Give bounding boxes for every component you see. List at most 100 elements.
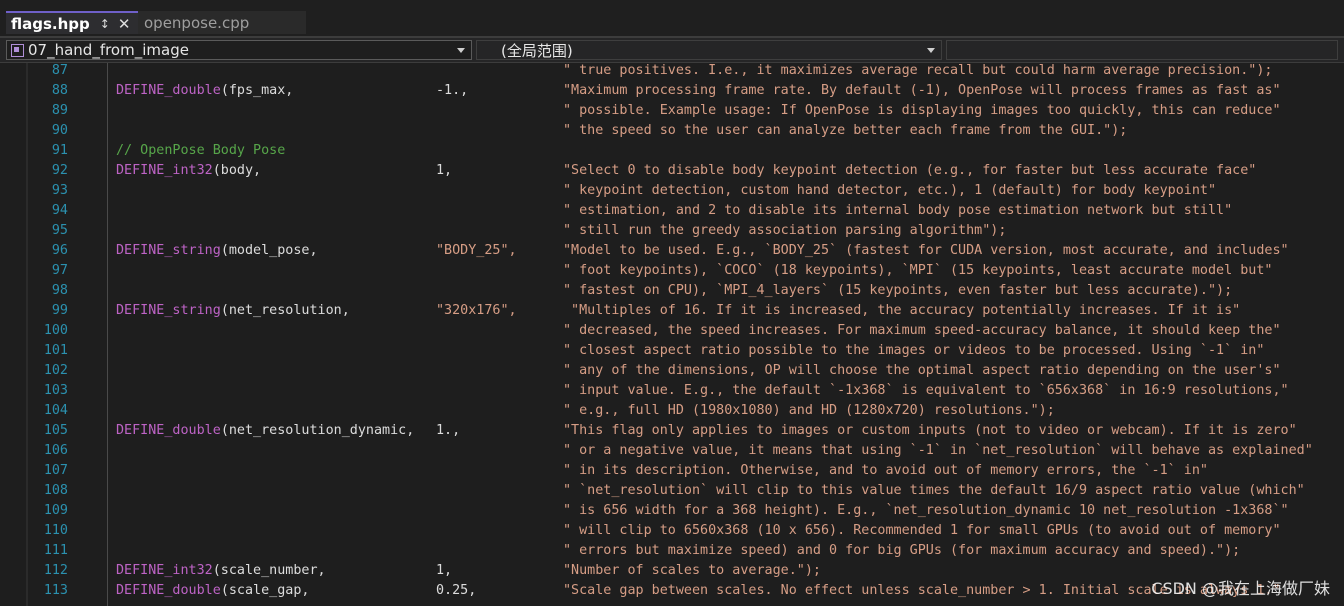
description-string: "Number of scales to average.");	[563, 563, 821, 578]
default-value: -1.,	[436, 83, 469, 98]
code-line: 111 " errors but maximize speed) and 0 fo…	[0, 541, 1344, 561]
code-line: 97 " foot keypoints), `COCO` (18 keypoint…	[0, 261, 1344, 281]
code-line: 93 " keypoint detection, custom hand dete…	[0, 181, 1344, 201]
code-line: 113 DEFINE_double(scale_gap, 0.25, "Scale g…	[0, 581, 1344, 601]
code-line: 108 " `net_resolution` will clip to this …	[0, 481, 1344, 501]
macro-name: DEFINE_string	[116, 303, 221, 318]
line-number: 90	[51, 123, 68, 138]
code-line: 100 " decreased, the speed increases. For…	[0, 321, 1344, 341]
code-line: 94 " estimation, and 2 to disable its int…	[0, 201, 1344, 221]
code-editor[interactable]: 87 " true positives. I.e., it maximizes a…	[0, 63, 1344, 606]
line-number: 94	[51, 203, 68, 218]
description-string: " fastest on CPU), `MPI_4_layers` (15 ke…	[563, 283, 1233, 298]
member-scope-dropdown[interactable]: (全局范围)	[476, 40, 942, 60]
code-line: 88 DEFINE_double(fps_max, -1., "Maximum pro…	[0, 81, 1344, 101]
macro-args: (net_resolution,	[220, 303, 350, 318]
member-scope-value: (全局范围)	[501, 41, 573, 60]
project-icon	[11, 43, 24, 57]
description-string: " foot keypoints), `COCO` (18 keypoints)…	[563, 263, 1273, 278]
tab-flags-hpp[interactable]: flags.hpp ↕ ✕	[6, 11, 138, 34]
code-line: 91 // OpenPose Body Pose	[0, 141, 1344, 161]
line-number: 99	[51, 303, 68, 318]
line-number: 113	[43, 583, 68, 598]
code-line: 109 " is 656 width for a 368 height). E.g…	[0, 501, 1344, 521]
macro-args: (body,	[212, 163, 262, 178]
flag-definition: DEFINE_string(model_pose,	[116, 241, 318, 261]
code-comment: // OpenPose Body Pose	[116, 143, 286, 158]
code-line: 87 " true positives. I.e., it maximizes a…	[0, 63, 1344, 81]
description-string: "This flag only applies to images or cus…	[563, 423, 1297, 438]
code-line: 90 " the speed so the user can analyze be…	[0, 121, 1344, 141]
tab-label: openpose.cpp	[144, 13, 250, 32]
default-value: 1,	[436, 163, 453, 178]
code-line: 105 DEFINE_double(net_resolution_dynamic,…	[0, 421, 1344, 441]
line-number: 96	[51, 243, 68, 258]
macro-args: (scale_gap,	[220, 583, 310, 598]
default-value: 0.25,	[436, 583, 477, 598]
code-line: 112 DEFINE_int32(scale_number, 1, "Number o…	[0, 561, 1344, 581]
macro-args: (scale_number,	[212, 563, 326, 578]
code-line: 96 DEFINE_string(model_pose, "BODY_25", "Mo…	[0, 241, 1344, 261]
tab-openpose-cpp[interactable]: openpose.cpp	[138, 11, 306, 34]
flag-definition: DEFINE_double(net_resolution_dynamic,	[116, 421, 414, 441]
line-number: 111	[43, 543, 68, 558]
line-number: 93	[51, 183, 68, 198]
line-number: 91	[51, 143, 68, 158]
description-string: " possible. Example usage: If OpenPose i…	[563, 103, 1281, 118]
line-number: 97	[51, 263, 68, 278]
flag-definition: DEFINE_string(net_resolution,	[116, 301, 350, 321]
code-line: 101 " closest aspect ratio possible to th…	[0, 341, 1344, 361]
project-scope-dropdown[interactable]: 07_hand_from_image	[6, 40, 472, 60]
description-string: "Select 0 to disable body keypoint detec…	[563, 163, 1257, 178]
code-line: 110 " will clip to 6560x368 (10 x 656). R…	[0, 521, 1344, 541]
default-value: "BODY_25",	[436, 243, 517, 258]
code-line: 89 " possible. Example usage: If OpenPose…	[0, 101, 1344, 121]
description-string: " still run the greedy association parsi…	[563, 223, 1007, 238]
line-number: 92	[51, 163, 68, 178]
line-number: 107	[43, 463, 68, 478]
description-string: " closest aspect ratio possible to the i…	[563, 343, 1265, 358]
function-dropdown[interactable]	[946, 40, 1338, 60]
line-number: 104	[43, 403, 68, 418]
code-line: 99 DEFINE_string(net_resolution, "320x176"…	[0, 301, 1344, 321]
line-number: 101	[43, 343, 68, 358]
description-string: " will clip to 6560x368 (10 x 656). Reco…	[563, 523, 1281, 538]
macro-name: DEFINE_double	[116, 583, 221, 598]
close-icon[interactable]: ✕	[118, 15, 131, 33]
line-number: 105	[43, 423, 68, 438]
description-string: " keypoint detection, custom hand detect…	[563, 183, 1217, 198]
description-string: " in its description. Otherwise, and to …	[563, 463, 1208, 478]
watermark: CSDN @我在上海做厂妹	[1151, 579, 1330, 598]
chevron-down-icon[interactable]	[927, 48, 935, 53]
description-string: " e.g., full HD (1980x1080) and HD (1280…	[563, 403, 1055, 418]
macro-name: DEFINE_double	[116, 83, 221, 98]
line-number: 102	[43, 363, 68, 378]
description-string: " estimation, and 2 to disable its inter…	[563, 203, 1233, 218]
project-scope-value: 07_hand_from_image	[28, 41, 189, 59]
line-number: 103	[43, 383, 68, 398]
pin-icon[interactable]: ↕	[100, 17, 110, 31]
line-number: 100	[43, 323, 68, 338]
description-string: " input value. E.g., the default `-1x368…	[563, 383, 1289, 398]
code-line: 92 DEFINE_int32(body, 1, "Select 0 to disab…	[0, 161, 1344, 181]
code-line: 98 " fastest on CPU), `MPI_4_layers` (15 …	[0, 281, 1344, 301]
description-string: " true positives. I.e., it maximizes ave…	[563, 63, 1273, 78]
flag-definition: DEFINE_int32(body,	[116, 161, 261, 181]
chevron-down-icon[interactable]	[457, 48, 465, 53]
code-line: 95 " still run the greedy association par…	[0, 221, 1344, 241]
line-number: 106	[43, 443, 68, 458]
macro-name: DEFINE_int32	[116, 563, 213, 578]
code-line: 107 " in its description. Otherwise, and …	[0, 461, 1344, 481]
line-number: 112	[43, 563, 68, 578]
description-string: "Multiples of 16. If it is increased, th…	[563, 303, 1241, 318]
macro-name: DEFINE_double	[116, 423, 221, 438]
code-line: 106 " or a negative value, it means that …	[0, 441, 1344, 461]
line-number: 98	[51, 283, 68, 298]
line-number: 89	[51, 103, 68, 118]
macro-name: DEFINE_string	[116, 243, 221, 258]
description-string: " errors but maximize speed) and 0 for b…	[563, 543, 1241, 558]
description-string: "Maximum processing frame rate. By defau…	[563, 83, 1281, 98]
document-tab-bar: flags.hpp ↕ ✕ openpose.cpp	[0, 0, 1344, 38]
flag-definition: DEFINE_double(scale_gap,	[116, 581, 310, 601]
default-value: 1.,	[436, 423, 461, 438]
